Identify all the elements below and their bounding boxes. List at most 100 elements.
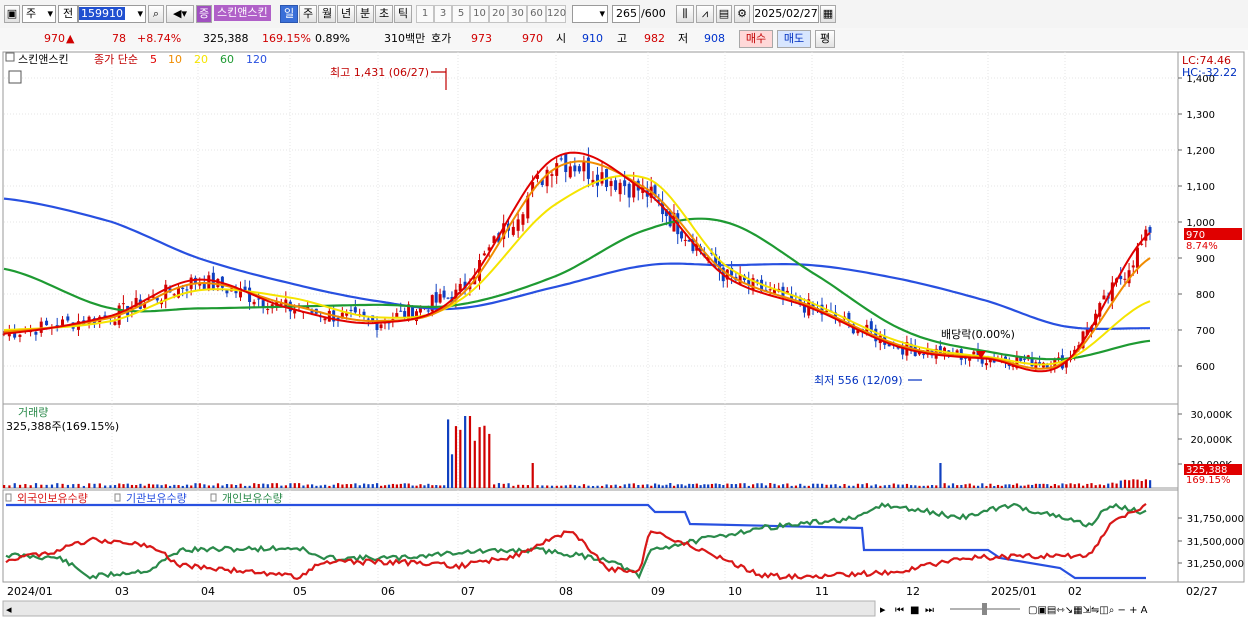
buy-button[interactable]: 매수: [739, 30, 773, 48]
tab-period-0[interactable]: 일: [280, 5, 298, 23]
volume-bar: [865, 483, 869, 488]
volume-bar: [536, 485, 539, 488]
interval-button-10[interactable]: 10: [470, 5, 489, 23]
x-axis-label: 02: [1068, 585, 1082, 598]
volume-bar: [113, 485, 117, 488]
candle-body: [482, 253, 486, 256]
interval-button-3[interactable]: 3: [434, 5, 452, 23]
volume-bar: [1119, 480, 1122, 488]
high-label: 고: [617, 32, 628, 45]
volume-bar: [550, 485, 554, 488]
interval-button-20[interactable]: 20: [489, 5, 508, 23]
candle-body: [399, 310, 403, 312]
holding-tick-label: 31,250,000: [1187, 559, 1244, 570]
volume-bar: [66, 484, 70, 488]
candle-body: [618, 182, 622, 195]
candle-icon[interactable]: ⫼: [676, 5, 694, 23]
volume-panel-frame: [2, 403, 1179, 489]
volume-bar: [964, 484, 967, 488]
volume-bar: [641, 484, 644, 488]
chart-area[interactable]: 600 700 800 900 1,000 1,100 1,200 1,300 1,400 스킨앤…: [0, 50, 1248, 621]
prev-select[interactable]: 전: [58, 5, 78, 23]
tab-period-4[interactable]: 분: [356, 5, 374, 23]
volume-bar: [447, 419, 450, 488]
volume-bar: [1115, 483, 1118, 488]
volume-bar: [507, 483, 510, 488]
sell-button[interactable]: 매도: [777, 30, 811, 48]
scroll-right-icon: ▸: [880, 603, 886, 616]
candle-body: [39, 321, 43, 333]
volume-bar: [812, 483, 815, 488]
calendar-icon[interactable]: ▦: [820, 5, 836, 23]
volume-bar: [619, 485, 622, 488]
count-input[interactable]: 265: [612, 5, 640, 23]
volume-bar: [847, 485, 851, 488]
volume-bar: [194, 483, 197, 488]
volume-bar: [825, 484, 828, 488]
volume-bar: [168, 485, 172, 488]
volume-bar: [790, 485, 793, 488]
volume-bar: [782, 484, 785, 488]
code-input[interactable]: 159910 ▾: [78, 5, 146, 23]
volume-bar: [734, 484, 738, 488]
market-select[interactable]: 주 ▾: [22, 5, 56, 23]
search-icon[interactable]: ⌕: [148, 5, 164, 23]
gear-icon[interactable]: ⚙: [734, 5, 750, 23]
tab-period-2[interactable]: 월: [318, 5, 336, 23]
line-chart-icon[interactable]: ⩘: [696, 5, 714, 23]
tab-period-1[interactable]: 주: [299, 5, 317, 23]
interval-button-60[interactable]: 60: [527, 5, 546, 23]
volume-bar: [1012, 484, 1015, 488]
volume-bar: [1061, 483, 1064, 488]
candle-body: [438, 294, 442, 303]
volume-bar: [930, 485, 934, 488]
volume-bar: [383, 485, 387, 488]
volume-bar: [578, 485, 581, 488]
tab-period-6[interactable]: 틱: [394, 5, 412, 23]
stock-badge: 증: [196, 5, 212, 23]
quote-arrow: ▲: [66, 32, 75, 45]
volume-bar: [395, 484, 398, 488]
volume-bar: [972, 485, 976, 488]
volume-bar: [387, 484, 391, 488]
interval-select[interactable]: ▾: [572, 5, 608, 23]
average-button[interactable]: 평: [815, 30, 835, 48]
interval-button-1[interactable]: 1: [416, 5, 434, 23]
volume-bar: [284, 485, 288, 488]
quote-open: 910: [582, 32, 603, 45]
date-input[interactable]: 2025/02/27: [753, 5, 819, 23]
volume-bar: [289, 483, 292, 488]
candle-body: [121, 303, 125, 305]
volume-bar: [177, 485, 180, 488]
volume-bar: [403, 483, 406, 488]
speaker-icon[interactable]: ◀▾: [166, 5, 194, 23]
tab-period-5[interactable]: 초: [375, 5, 393, 23]
x-axis-end-label: 02/27: [1186, 585, 1218, 598]
save-icon[interactable]: ▤: [716, 5, 732, 23]
playback-control-icon: ⏭: [925, 605, 934, 616]
volume-bar: [311, 484, 314, 488]
volume-bar: [419, 484, 422, 488]
volume-bar: [883, 485, 886, 488]
interval-button-30[interactable]: 30: [508, 5, 527, 23]
volume-bar: [212, 485, 215, 488]
volume-bar: [143, 485, 146, 488]
volume-bar: [996, 484, 1000, 488]
window-icon[interactable]: ▣: [4, 5, 20, 23]
volume-bar: [56, 483, 59, 488]
volume-bar: [156, 484, 159, 488]
volume-bar: [977, 485, 980, 488]
volume-bar: [439, 485, 442, 488]
volume-bar: [610, 485, 613, 488]
volume-bar: [122, 484, 125, 488]
volume-bar: [328, 485, 331, 488]
interval-button-120[interactable]: 120: [546, 5, 566, 23]
volume-bar: [874, 484, 877, 488]
candle-body: [1131, 265, 1135, 268]
volume-bar: [838, 485, 842, 488]
volume-bar: [497, 483, 501, 488]
tab-period-3[interactable]: 년: [337, 5, 355, 23]
volume-bar: [1038, 483, 1041, 488]
interval-button-5[interactable]: 5: [452, 5, 470, 23]
volume-bar: [1023, 485, 1026, 488]
